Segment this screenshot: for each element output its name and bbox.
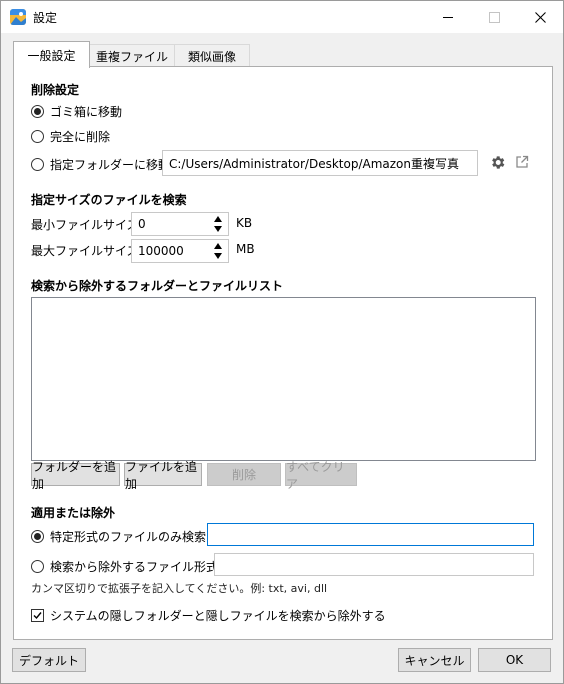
close-icon (534, 11, 546, 23)
exclude-list-heading: 検索から除外するフォルダーとファイルリスト (31, 279, 284, 293)
exclude-list[interactable] (31, 297, 536, 461)
max-size-stepper-icon[interactable] (213, 241, 223, 261)
checkbox-indicator (31, 609, 44, 622)
radio-move-to-folder[interactable]: 指定フォルダーに移動 (31, 156, 170, 173)
default-button[interactable]: デフォルト (12, 648, 86, 672)
radio-label: 完全に削除 (50, 130, 111, 144)
delete-button[interactable]: 削除 (207, 463, 281, 486)
min-size-label: 最小ファイルサイズ (31, 218, 139, 232)
clear-all-button[interactable]: すべてクリア (285, 460, 357, 491)
min-size-unit: KB (236, 216, 253, 230)
gear-icon (492, 156, 505, 169)
checkbox-label: システムの隠しフォルダーと隠しファイルを検索から除外する (50, 609, 386, 623)
app-icon (10, 9, 26, 25)
delete-settings-heading: 削除設定 (31, 83, 80, 97)
tab-similar-images[interactable]: 類似画像 (174, 44, 250, 67)
radio-label: 特定形式のファイルのみ検索: (50, 530, 211, 544)
max-size-label: 最大ファイルサイズ (31, 244, 139, 258)
radio-indicator (31, 560, 44, 573)
maximize-button[interactable] (471, 1, 517, 33)
maximize-icon (488, 11, 500, 23)
radio-include-only[interactable]: 特定形式のファイルのみ検索: (31, 528, 210, 545)
destination-folder-path: C:/Users/Administrator/Desktop/Amazon重複写… (169, 156, 459, 171)
external-link-icon (516, 155, 529, 168)
tab-general[interactable]: 一般設定 (13, 41, 90, 68)
extension-format-note: カンマ区切りで拡張子を記入してください。例: txt, avi, dll (31, 582, 328, 595)
radio-move-to-trash[interactable]: ゴミ箱に移動 (31, 103, 122, 120)
close-button[interactable] (517, 1, 563, 33)
ok-button[interactable]: OK (478, 648, 551, 672)
radio-indicator (31, 105, 44, 118)
add-folder-button[interactable]: フォルダーを追加 (31, 460, 120, 491)
radio-indicator (31, 158, 44, 171)
radio-label: ゴミ箱に移動 (50, 105, 123, 119)
cancel-button[interactable]: キャンセル (398, 648, 471, 672)
destination-folder-field[interactable]: C:/Users/Administrator/Desktop/Amazon重複写… (162, 150, 478, 176)
include-extensions-input[interactable] (207, 523, 534, 546)
apply-or-exclude-heading: 適用または除外 (31, 506, 116, 520)
radio-indicator (31, 530, 44, 543)
settings-window: 設定 一般設定 重複ファイル 類似画像 削除設定 ゴミ箱に移動 完全に削除 指定… (0, 0, 564, 684)
exclude-hidden-checkbox[interactable]: システムの隠しフォルダーと隠しファイルを検索から除外する (31, 607, 386, 624)
radio-label: 指定フォルダーに移動 (50, 158, 171, 172)
exclude-extensions-input[interactable] (214, 553, 534, 576)
settings-panel: 削除設定 ゴミ箱に移動 完全に削除 指定フォルダーに移動 C:/Users/Ad… (13, 66, 553, 640)
radio-exclude-types[interactable]: 検索から除外するファイル形式: (31, 558, 222, 575)
size-filter-heading: 指定サイズのファイルを検索 (31, 193, 187, 207)
max-size-unit: MB (236, 242, 255, 256)
add-file-button[interactable]: ファイルを追加 (124, 460, 202, 491)
open-folder-button[interactable] (515, 155, 529, 172)
radio-permanent-delete[interactable]: 完全に削除 (31, 128, 110, 145)
min-size-value: 0 (138, 217, 146, 231)
window-title: 設定 (33, 11, 58, 25)
max-size-value: 100000 (138, 244, 184, 258)
checkmark-icon (33, 612, 42, 620)
folder-settings-button[interactable] (489, 154, 506, 174)
title-bar: 設定 (1, 1, 563, 33)
min-size-stepper-icon[interactable] (213, 214, 223, 234)
radio-label: 検索から除外するファイル形式: (50, 560, 223, 574)
tab-duplicate-files[interactable]: 重複ファイル (89, 44, 175, 67)
minimize-button[interactable] (425, 1, 471, 33)
radio-indicator (31, 130, 44, 143)
minimize-icon (443, 16, 453, 18)
